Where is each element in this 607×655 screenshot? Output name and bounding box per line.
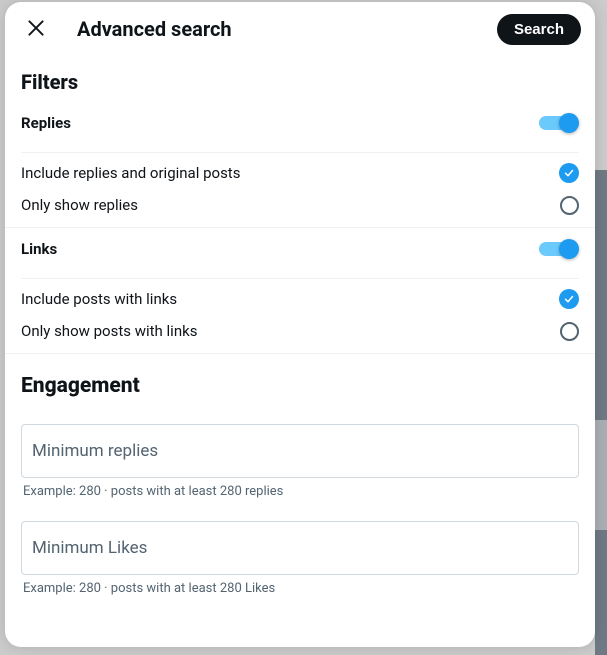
radio-checked-icon bbox=[559, 163, 579, 183]
radio-unchecked-icon bbox=[560, 196, 579, 215]
links-only-row[interactable]: Only show posts with links bbox=[21, 315, 579, 347]
option-label: Include posts with links bbox=[21, 290, 177, 308]
filters-heading: Filters bbox=[21, 56, 579, 102]
input-placeholder: Minimum Likes bbox=[32, 538, 568, 558]
modal-title: Advanced search bbox=[77, 17, 473, 41]
divider bbox=[21, 152, 579, 153]
divider bbox=[21, 278, 579, 279]
option-label: Include replies and original posts bbox=[21, 164, 240, 182]
links-label: Links bbox=[21, 240, 57, 258]
min-likes-hint: Example: 280 · posts with at least 280 L… bbox=[21, 575, 579, 596]
replies-include-row[interactable]: Include replies and original posts bbox=[21, 157, 579, 189]
modal-body: Filters Replies Include replies and orig… bbox=[5, 56, 595, 647]
advanced-search-modal: Advanced search Search Filters Replies I… bbox=[5, 2, 595, 647]
min-replies-hint: Example: 280 · posts with at least 280 r… bbox=[21, 478, 579, 499]
engagement-heading: Engagement bbox=[21, 354, 579, 414]
toggle-thumb bbox=[559, 239, 579, 259]
input-placeholder: Minimum replies bbox=[32, 441, 568, 461]
links-group-header: Links bbox=[21, 228, 579, 270]
min-likes-input[interactable]: Minimum Likes bbox=[21, 521, 579, 575]
links-toggle[interactable] bbox=[539, 238, 579, 260]
option-label: Only show replies bbox=[21, 196, 138, 214]
option-label: Only show posts with links bbox=[21, 322, 197, 340]
min-replies-input[interactable]: Minimum replies bbox=[21, 424, 579, 478]
replies-only-radio[interactable] bbox=[559, 195, 579, 215]
background-scrollbar-hint bbox=[595, 170, 607, 655]
links-include-row[interactable]: Include posts with links bbox=[21, 283, 579, 315]
links-only-radio[interactable] bbox=[559, 321, 579, 341]
replies-include-radio[interactable] bbox=[559, 163, 579, 183]
radio-checked-icon bbox=[559, 289, 579, 309]
replies-toggle[interactable] bbox=[539, 112, 579, 134]
toggle-thumb bbox=[559, 113, 579, 133]
search-button[interactable]: Search bbox=[497, 14, 581, 45]
background-scrollbar-thumb-hint bbox=[595, 420, 607, 530]
links-include-radio[interactable] bbox=[559, 289, 579, 309]
close-icon bbox=[26, 18, 46, 41]
close-button[interactable] bbox=[19, 12, 53, 46]
replies-only-row[interactable]: Only show replies bbox=[21, 189, 579, 221]
replies-group-header: Replies bbox=[21, 102, 579, 144]
modal-header: Advanced search Search bbox=[5, 2, 595, 56]
radio-unchecked-icon bbox=[560, 322, 579, 341]
replies-label: Replies bbox=[21, 114, 71, 132]
